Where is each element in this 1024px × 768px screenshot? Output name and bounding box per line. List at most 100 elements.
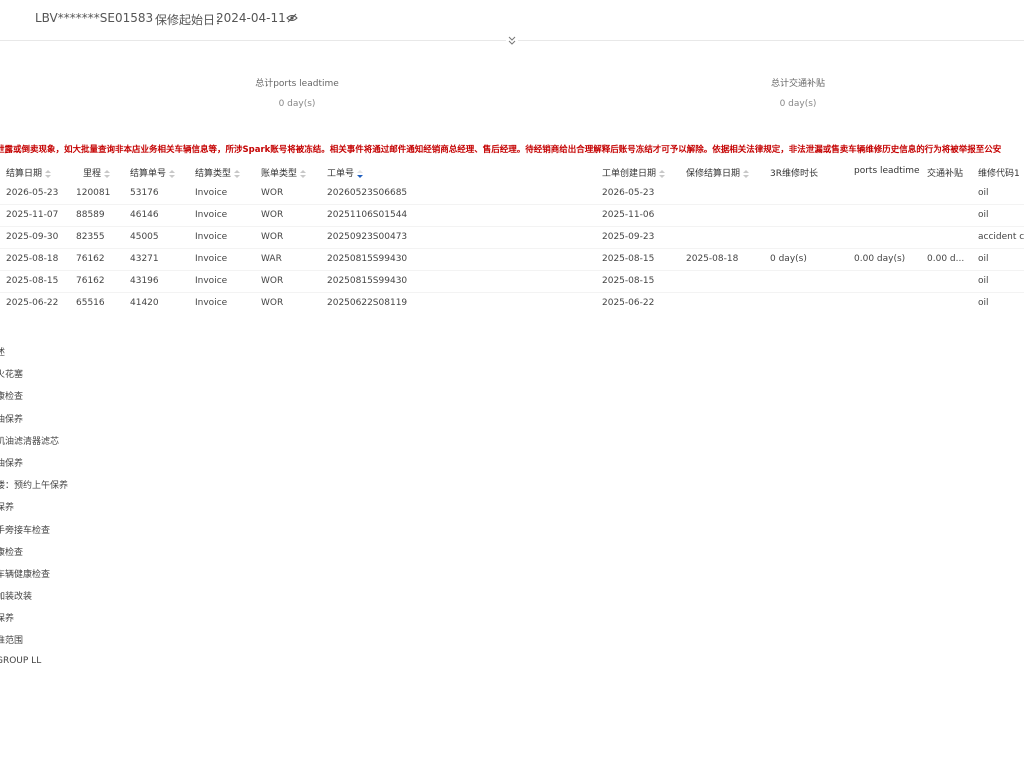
list-item: 保养 bbox=[0, 614, 15, 625]
column-header-traffic-subsidy: 交通补贴 bbox=[927, 169, 964, 179]
sort-icon[interactable] bbox=[45, 169, 52, 178]
cell-settle-no: 43196 bbox=[130, 276, 159, 286]
cell-settle-type: Invoice bbox=[195, 232, 228, 242]
column-header-3r-duration: 3R维修时长 bbox=[770, 169, 818, 179]
cell-repair-code: oil bbox=[978, 276, 989, 286]
cell-settle-no: 45005 bbox=[130, 232, 159, 242]
eye-slash-icon[interactable] bbox=[286, 12, 298, 24]
cell-settle-date: 2026-05-23 bbox=[6, 188, 59, 198]
cell-order-created: 2026-05-23 bbox=[602, 188, 655, 198]
stat-value: 0 day(s) bbox=[779, 99, 817, 109]
table-row[interactable]: 2025-09-30 82355 45005 Invoice WOR 20250… bbox=[0, 226, 1024, 249]
cell-repair-code: accident cor bbox=[978, 232, 1024, 242]
cell-order-created: 2025-11-06 bbox=[602, 210, 655, 220]
column-header-settle-date[interactable]: 结算日期 bbox=[6, 166, 52, 179]
list-item: 康检查 bbox=[0, 547, 24, 558]
sort-icon[interactable] bbox=[169, 169, 176, 178]
cell-repair-code: oil bbox=[978, 298, 989, 306]
list-item: 机油滤清器滤芯 bbox=[0, 436, 60, 447]
list-item: 述 bbox=[0, 348, 6, 358]
sort-icon[interactable] bbox=[743, 169, 750, 178]
stat-label: 总计交通补贴 bbox=[770, 79, 825, 89]
sort-icon[interactable] bbox=[300, 169, 307, 178]
cell-order-no[interactable]: 20260523S06685 bbox=[327, 188, 407, 198]
cell-order-no[interactable]: 20250815S99430 bbox=[327, 276, 407, 286]
sort-icon-active[interactable] bbox=[357, 169, 364, 178]
cell-repair-code: oil bbox=[978, 188, 989, 198]
cell-settle-date: 2025-08-18 bbox=[6, 254, 59, 264]
cell-settle-date: 2025-06-22 bbox=[6, 298, 59, 306]
settlement-table: 结算日期 里程 结算单号 结算类型 账单类型 工单号 工单创建日期 保修结算日期… bbox=[0, 160, 1024, 306]
warranty-start-date: 2024-04-11 bbox=[216, 11, 286, 25]
cell-bill-type: WOR bbox=[261, 276, 284, 286]
cell-3r-duration: 0 day(s) bbox=[770, 254, 807, 264]
column-header-order-created[interactable]: 工单创建日期 bbox=[602, 166, 666, 179]
cell-settle-no: 46146 bbox=[130, 210, 159, 220]
stat-value: 0 day(s) bbox=[278, 99, 316, 109]
cell-settle-date: 2025-08-15 bbox=[6, 276, 59, 286]
list-item: 油保养 bbox=[0, 414, 24, 425]
cell-settle-type: Invoice bbox=[195, 254, 228, 264]
cell-settle-no: 41420 bbox=[130, 298, 159, 306]
cell-bill-type: WOR bbox=[261, 210, 284, 220]
cell-settle-type: Invoice bbox=[195, 188, 228, 198]
sort-icon[interactable] bbox=[234, 169, 241, 178]
column-header-mileage[interactable]: 里程 bbox=[83, 166, 111, 179]
cell-mileage: 76162 bbox=[76, 254, 105, 264]
list-item: 车辆健康检查 bbox=[0, 569, 51, 580]
table-row[interactable]: 2026-05-23 120081 53176 Invoice WOR 2026… bbox=[0, 182, 1024, 205]
cell-bill-type: WOR bbox=[261, 232, 284, 242]
column-header-warranty-settle-date[interactable]: 保修结算日期 bbox=[686, 166, 750, 179]
cell-order-no[interactable]: 20250923S00473 bbox=[327, 232, 407, 242]
list-item: GROUP LL bbox=[0, 655, 42, 666]
cell-order-no[interactable]: 20250815S99430 bbox=[327, 254, 407, 264]
column-header-settle-type[interactable]: 结算类型 bbox=[195, 166, 241, 179]
warning-banner: 泄露或倒卖现象，如大批量查询非本店业务相关车辆信息等，所涉Spark账号将被冻结… bbox=[0, 145, 1002, 155]
table-row[interactable]: 2025-08-15 76162 43196 Invoice WOR 20250… bbox=[0, 270, 1024, 293]
list-item: 油保养 bbox=[0, 458, 24, 469]
cell-order-created: 2025-06-22 bbox=[602, 298, 655, 306]
sort-icon[interactable] bbox=[104, 169, 111, 178]
column-header-repair-code: 维修代码1 bbox=[978, 169, 1020, 179]
cell-settle-date: 2025-09-30 bbox=[6, 232, 59, 242]
column-header-ports-leadtime: ports leadtime bbox=[854, 166, 920, 176]
cell-settle-type: Invoice bbox=[195, 298, 228, 306]
list-item: 准范围 bbox=[0, 636, 24, 647]
cell-settle-no: 43271 bbox=[130, 254, 159, 264]
cell-settle-type: Invoice bbox=[195, 276, 228, 286]
list-item: 楼：预约上午保养 bbox=[0, 481, 69, 492]
cell-order-created: 2025-08-15 bbox=[602, 254, 655, 264]
cell-settle-type: Invoice bbox=[195, 210, 228, 220]
cell-repair-code: oil bbox=[978, 210, 989, 220]
cell-order-created: 2025-08-15 bbox=[602, 276, 655, 286]
sort-icon[interactable] bbox=[659, 169, 666, 178]
stat-traffic-subsidy: 总计交通补贴 0 day(s) bbox=[708, 76, 888, 109]
cell-ports-leadtime: 0.00 day(s) bbox=[854, 254, 906, 264]
stat-ports-leadtime: 总计ports leadtime 0 day(s) bbox=[207, 76, 387, 109]
vehicle-header: LBV*******SE01583 保修起始日： 2024-04-11 bbox=[0, 0, 1024, 36]
cell-order-created: 2025-09-23 bbox=[602, 232, 655, 242]
cell-settle-date: 2025-11-07 bbox=[6, 210, 59, 220]
column-header-settle-no[interactable]: 结算单号 bbox=[130, 166, 176, 179]
list-item: 康检查 bbox=[0, 392, 24, 403]
stat-label: 总计ports leadtime bbox=[255, 79, 339, 89]
column-header-order-no[interactable]: 工单号 bbox=[327, 166, 364, 179]
cell-order-no[interactable]: 20251106S01544 bbox=[327, 210, 407, 220]
list-item: 火花塞 bbox=[0, 370, 24, 381]
chevron-double-down-icon[interactable] bbox=[506, 35, 518, 47]
cell-warranty-settle-date: 2025-08-18 bbox=[686, 254, 739, 264]
table-row[interactable]: 2025-08-18 76162 43271 Invoice WAR 20250… bbox=[0, 248, 1024, 271]
cell-repair-code: oil bbox=[978, 254, 989, 264]
cell-mileage: 82355 bbox=[76, 232, 105, 242]
cell-mileage: 76162 bbox=[76, 276, 105, 286]
table-row[interactable]: 2025-11-07 88589 46146 Invoice WOR 20251… bbox=[0, 204, 1024, 227]
table-row[interactable]: 2025-06-22 65516 41420 Invoice WOR 20250… bbox=[0, 292, 1024, 306]
repair-description-list: 述 火花塞 康检查 油保养 机油滤清器滤芯 油保养 楼：预约上午保养 保养 手旁… bbox=[0, 345, 68, 678]
column-header-bill-type[interactable]: 账单类型 bbox=[261, 166, 307, 179]
cell-bill-type: WOR bbox=[261, 298, 284, 306]
list-item: 保养 bbox=[0, 503, 15, 514]
cell-bill-type: WAR bbox=[261, 254, 282, 264]
vin-text: LBV*******SE01583 bbox=[35, 11, 154, 25]
cell-order-no[interactable]: 20250622S08119 bbox=[327, 298, 407, 306]
cell-bill-type: WOR bbox=[261, 188, 284, 198]
